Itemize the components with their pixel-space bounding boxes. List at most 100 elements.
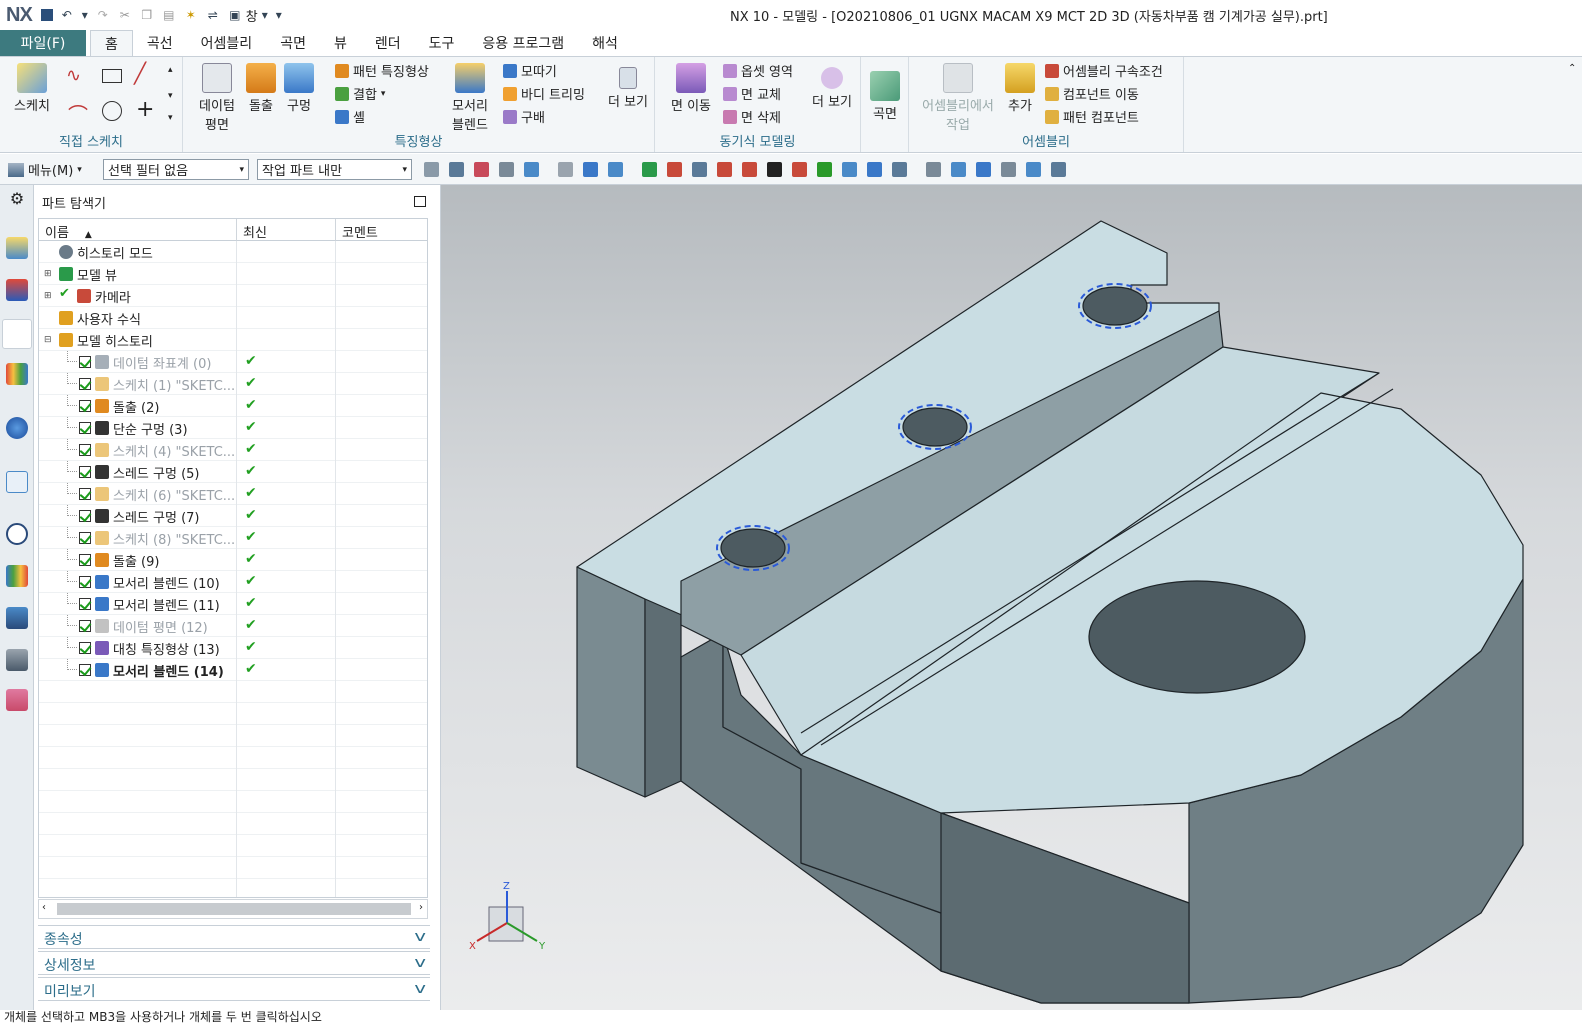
sketch-button[interactable]: 스케치 [8, 63, 56, 114]
extrude-button[interactable]: 돌출 [243, 63, 279, 114]
feature-row[interactable]: 스케치 (1) "SKETC... ✔ [39, 373, 427, 395]
tangent-icon[interactable] [692, 162, 707, 177]
feature-row[interactable]: 돌출 (2) ✔ [39, 395, 427, 417]
feature-row[interactable]: 스케치 (6) "SKETC... ✔ [39, 483, 427, 505]
link-icon[interactable] [449, 162, 464, 177]
constraint-navigator-icon[interactable] [6, 279, 28, 301]
line-icon[interactable]: ╱ [134, 61, 146, 85]
move-component-button[interactable]: 컴포넌트 이동 [1045, 84, 1139, 103]
maximize-icon[interactable] [414, 196, 426, 207]
dependencies-panel[interactable]: 종속성 v [38, 925, 430, 949]
profile-icon[interactable]: ∿ [66, 65, 81, 86]
end-point-icon[interactable] [499, 162, 514, 177]
tab-application[interactable]: 응용 프로그램 [468, 30, 578, 56]
undo-icon[interactable]: ↶ [59, 7, 75, 23]
arc-icon[interactable]: ⌒ [68, 99, 88, 128]
type-filter-dropdown[interactable]: 선택 필터 없음 ▾ [103, 159, 249, 180]
part-navigator-icon[interactable] [2, 319, 32, 349]
offset-region-button[interactable]: 옵셋 영역 [723, 61, 793, 80]
tab-tools[interactable]: 도구 [415, 30, 469, 56]
menu-button[interactable]: 메뉴(M) ▾ [8, 160, 82, 179]
arc-center-icon[interactable] [667, 162, 682, 177]
gallery-scroll-down-icon[interactable]: ▾ [168, 91, 173, 101]
feature-row[interactable]: 대칭 특징형상 (13) ✔ [39, 637, 427, 659]
tree-node-model-views[interactable]: ⊞ 모델 뷰 [39, 263, 427, 285]
scroll-right-icon[interactable]: › [419, 902, 423, 913]
feature-row[interactable]: 단순 구멍 (3) ✔ [39, 417, 427, 439]
feature-visibility-checkbox[interactable] [79, 466, 91, 478]
more-feature-button[interactable]: 더 보기 [605, 67, 651, 110]
graphics-window[interactable]: Z X Y [441, 185, 1582, 1010]
unite-dropdown-icon[interactable]: ▾ [381, 89, 386, 99]
system-scenes-icon[interactable] [6, 689, 28, 711]
roles-icon[interactable] [6, 649, 28, 671]
datum-plane-button[interactable]: 데이텀 평면 [195, 63, 239, 133]
feature-visibility-checkbox[interactable] [79, 598, 91, 610]
tree-node-camera[interactable]: ⊞ ✔ 카메라 [39, 285, 427, 307]
tree-node-user-expressions[interactable]: 사용자 수식 [39, 307, 427, 329]
assembly-navigator-icon[interactable] [6, 237, 28, 259]
history-icon[interactable] [6, 523, 28, 545]
feature-row[interactable]: 모서리 블렌드 (14) ✔ [39, 659, 427, 681]
redo-icon[interactable]: ↷ [95, 7, 111, 23]
face-select-icon[interactable] [583, 162, 598, 177]
assembly-constraints-button[interactable]: 어셈블리 구속조건 [1045, 61, 1163, 80]
more-sync-button[interactable]: 더 보기 [807, 67, 857, 110]
window-icon[interactable]: ▣ [227, 7, 243, 23]
edge-blend-button[interactable]: 모서리 블렌드 [447, 63, 493, 133]
window-menu[interactable]: 창 [246, 6, 258, 25]
column-header-comment[interactable]: 코멘트 [336, 219, 427, 241]
tree-node-model-history-folder[interactable]: ⊟ 모델 히스토리 [39, 329, 427, 351]
feature-row[interactable]: 돌출 (9) ✔ [39, 549, 427, 571]
tab-file[interactable]: 파일(F) [0, 30, 86, 56]
cross-icon[interactable] [792, 162, 807, 177]
tab-render[interactable]: 렌더 [361, 30, 415, 56]
feature-row[interactable]: 모서리 블렌드 (11) ✔ [39, 593, 427, 615]
point-icon[interactable]: + [136, 97, 154, 122]
feature-row[interactable]: 데이텀 평면 (12) ✔ [39, 615, 427, 637]
point-on-curve-icon[interactable] [817, 162, 832, 177]
boundary-icon[interactable] [867, 162, 882, 177]
feature-visibility-checkbox[interactable] [79, 378, 91, 390]
feature-row[interactable]: 모서리 블렌드 (10) ✔ [39, 571, 427, 593]
trim-body-button[interactable]: 바디 트리밍 [503, 84, 585, 103]
details-panel[interactable]: 상세정보 v [38, 951, 430, 975]
customize-quick-access-icon[interactable]: ▾ [275, 7, 283, 23]
collapse-icon[interactable]: ⊟ [44, 336, 52, 345]
feature-visibility-checkbox[interactable] [79, 532, 91, 544]
small-hole-3[interactable] [1082, 286, 1148, 326]
copy-icon[interactable]: ❐ [139, 7, 155, 23]
expand-icon[interactable]: ⊞ [44, 270, 52, 279]
chevron-down-icon[interactable]: ▾ [261, 7, 269, 23]
small-hole-1[interactable] [720, 528, 786, 568]
curve-select-icon[interactable] [642, 162, 657, 177]
rotate-icon[interactable] [951, 162, 966, 177]
expand-icon[interactable]: ⊞ [44, 292, 52, 301]
view-orient-icon[interactable] [1026, 162, 1041, 177]
visualization-icon[interactable] [6, 565, 28, 587]
save-icon[interactable] [40, 9, 53, 21]
tab-surface[interactable]: 곡면 [266, 30, 320, 56]
tab-analysis[interactable]: 해석 [578, 30, 632, 56]
touch-mode-icon[interactable]: ⇌ [205, 7, 221, 23]
preview-panel[interactable]: 미리보기 v [38, 977, 430, 1001]
circle-icon[interactable] [102, 101, 122, 121]
selection-scope-dropdown[interactable]: 작업 파트 내만 ▾ [257, 159, 412, 180]
render-style-icon[interactable] [976, 162, 991, 177]
feature-row[interactable]: 스레드 구멍 (7) ✔ [39, 505, 427, 527]
feature-visibility-checkbox[interactable] [79, 664, 91, 676]
ribbon-options-icon[interactable]: ⌃ [1568, 63, 1576, 74]
add-component-button[interactable]: 추가 [1003, 63, 1037, 114]
pattern-feature-button[interactable]: 패턴 특징형상 [335, 61, 429, 80]
feature-visibility-checkbox[interactable] [79, 510, 91, 522]
feature-row[interactable]: 데이텀 좌표계 (0) ✔ [39, 351, 427, 373]
unite-button[interactable]: 결합 ▾ [335, 84, 385, 103]
view-triad[interactable]: Z X Y [469, 881, 546, 952]
snap-point-icon[interactable] [424, 162, 439, 177]
undo-dropdown-icon[interactable]: ▾ [81, 7, 89, 23]
tab-view[interactable]: 뷰 [320, 30, 361, 56]
mid-point-icon[interactable] [524, 162, 539, 177]
reuse-library-icon[interactable] [6, 363, 28, 385]
feature-visibility-checkbox[interactable] [79, 576, 91, 588]
hole-button[interactable]: 구멍 [281, 63, 317, 114]
